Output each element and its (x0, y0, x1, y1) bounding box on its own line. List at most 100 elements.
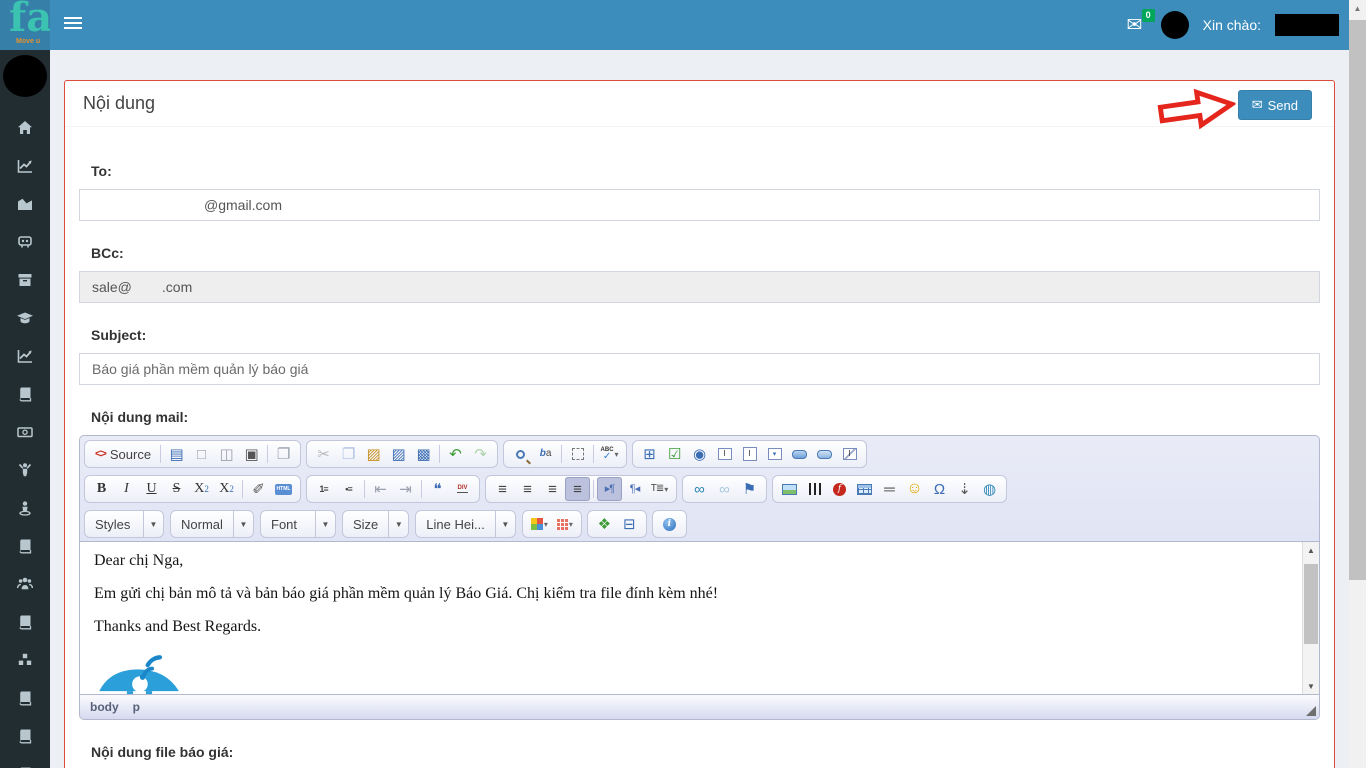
cut-button[interactable]: ✂ (311, 442, 336, 466)
line-hei-dropdown[interactable]: Line Hei...▼ (415, 510, 516, 538)
spell-check-button[interactable]: ABC✓▾ (597, 442, 622, 466)
templates-button[interactable]: ❐ (271, 442, 296, 466)
sidebar-item-chart-line[interactable] (0, 337, 50, 375)
editor-scrollbar-thumb[interactable] (1304, 564, 1318, 644)
page-scrollbar-thumb[interactable] (1349, 20, 1366, 580)
iframe-button[interactable]: ◍ (977, 477, 1002, 501)
bulleted-list-button[interactable]: •≡ (336, 477, 361, 501)
table-button[interactable] (852, 477, 877, 501)
print-button[interactable]: ▣ (239, 442, 264, 466)
show-blocks-button[interactable]: ⊟ (617, 512, 642, 536)
sidebar-item-person[interactable] (0, 489, 50, 527)
image-button[interactable] (777, 477, 802, 501)
text-field-button[interactable]: I (712, 442, 737, 466)
smiley-button[interactable]: ☺ (902, 477, 927, 501)
align-justify-button[interactable]: ≡ (565, 477, 590, 501)
blockquote-button[interactable]: ❝ (425, 477, 450, 501)
sidebar-item-book[interactable] (0, 755, 50, 768)
italic-button[interactable]: I (114, 477, 139, 501)
sidebar-item-home[interactable] (0, 109, 50, 147)
scroll-up-icon[interactable]: ▲ (1303, 542, 1319, 558)
select-field-button[interactable]: ▾ (762, 442, 787, 466)
brand-logo[interactable]: fa Move u (0, 0, 50, 50)
find-button[interactable] (508, 442, 533, 466)
sidebar-item-archive[interactable] (0, 261, 50, 299)
send-button[interactable]: ✉ Send (1238, 90, 1312, 120)
remove-format-button[interactable]: HTML (271, 477, 296, 501)
undo-button[interactable]: ↶ (443, 442, 468, 466)
bcc-input[interactable]: sale@ .com (79, 271, 1320, 303)
subscript-button[interactable]: X2 (189, 477, 214, 501)
paste-word-button[interactable]: ▩ (411, 442, 436, 466)
sidebar-item-cubes[interactable] (0, 641, 50, 679)
element-path-body[interactable]: body (90, 700, 119, 714)
page-scrollbar[interactable]: ▲ (1349, 0, 1366, 768)
sidebar-item-book[interactable] (0, 527, 50, 565)
text-direction-rtl-button[interactable]: ¶◂ (622, 477, 647, 501)
align-right-button[interactable]: ≡ (540, 477, 565, 501)
textarea-button[interactable]: I (737, 442, 762, 466)
superscript-button[interactable]: X2 (214, 477, 239, 501)
paste-text-button[interactable]: ▨ (386, 442, 411, 466)
sidebar-item-book[interactable] (0, 603, 50, 641)
sidebar-item-book[interactable] (0, 679, 50, 717)
hidden-field-button[interactable]: I (837, 442, 862, 466)
form-button[interactable]: ⊞ (637, 442, 662, 466)
hamburger-menu-icon[interactable] (64, 17, 82, 33)
about-button[interactable]: i (657, 512, 682, 536)
align-center-button[interactable]: ≡ (515, 477, 540, 501)
to-input[interactable]: @gmail.com (79, 189, 1320, 221)
source-button[interactable]: <>Source (89, 442, 157, 466)
maximize-button[interactable]: ❖ (592, 512, 617, 536)
sidebar-item-chart-line[interactable] (0, 147, 50, 185)
normal-dropdown[interactable]: Normal▼ (170, 510, 254, 538)
link-button[interactable]: ∞ (687, 477, 712, 501)
checkbox-button[interactable]: ☑ (662, 442, 687, 466)
new-page-button[interactable]: □ (189, 442, 214, 466)
decrease-indent-button[interactable]: ⇤ (368, 477, 393, 501)
paste-button[interactable]: ▨ (361, 442, 386, 466)
size-dropdown[interactable]: Size▼ (342, 510, 409, 538)
underline-button[interactable]: U (139, 477, 164, 501)
align-left-button[interactable]: ≡ (490, 477, 515, 501)
horizontal-line-button[interactable]: ═ (877, 477, 902, 501)
element-path-p[interactable]: p (133, 700, 140, 714)
replace-button[interactable]: ba (533, 442, 558, 466)
sidebar-item-chart-area[interactable] (0, 185, 50, 223)
sidebar-item-users[interactable] (0, 565, 50, 603)
unlink-button[interactable]: ∞ (712, 477, 737, 501)
styles-dropdown[interactable]: Styles▼ (84, 510, 164, 538)
copy-formatting-button[interactable]: ✐ (246, 477, 271, 501)
page-scroll-up-icon[interactable]: ▲ (1349, 0, 1366, 17)
text-direction-ltr-button[interactable]: ▸¶ (597, 477, 622, 501)
flash-button[interactable]: f (827, 477, 852, 501)
copy-button[interactable]: ❐ (336, 442, 361, 466)
scroll-down-icon[interactable]: ▼ (1303, 678, 1319, 694)
editor-content-area[interactable]: Dear chị Nga,Em gửi chị bản mô tả và bản… (80, 541, 1319, 695)
preview-button[interactable]: ◫ (214, 442, 239, 466)
background-color-button[interactable]: ▾ (552, 512, 577, 536)
editor-resize-handle[interactable] (1306, 706, 1316, 716)
chart-button[interactable] (802, 477, 827, 501)
sidebar-item-money[interactable] (0, 413, 50, 451)
editor-scrollbar[interactable]: ▲ ▼ (1302, 542, 1319, 694)
numbered-list-button[interactable]: 1≡ (311, 477, 336, 501)
div-container-button[interactable]: DIV (450, 477, 475, 501)
sidebar-item-graduation-cap[interactable] (0, 299, 50, 337)
text-color-button[interactable]: ▾ (527, 512, 552, 536)
page-break-button[interactable]: ⇣ (952, 477, 977, 501)
user-avatar[interactable] (1161, 11, 1189, 39)
sidebar-item-book[interactable] (0, 717, 50, 755)
redo-button[interactable]: ↷ (468, 442, 493, 466)
strikethrough-button[interactable]: S (164, 477, 189, 501)
radio-button-button[interactable]: ◉ (687, 442, 712, 466)
button-button[interactable] (787, 442, 812, 466)
sidebar-item-device[interactable] (0, 223, 50, 261)
language-button[interactable]: T≣▾ (647, 477, 672, 501)
sidebar-item-book[interactable] (0, 375, 50, 413)
increase-indent-button[interactable]: ⇥ (393, 477, 418, 501)
image-button-button[interactable] (812, 442, 837, 466)
special-character-button[interactable]: Ω (927, 477, 952, 501)
save-button[interactable]: ▤ (164, 442, 189, 466)
subject-input[interactable]: Báo giá phần mềm quản lý báo giá (79, 353, 1320, 385)
